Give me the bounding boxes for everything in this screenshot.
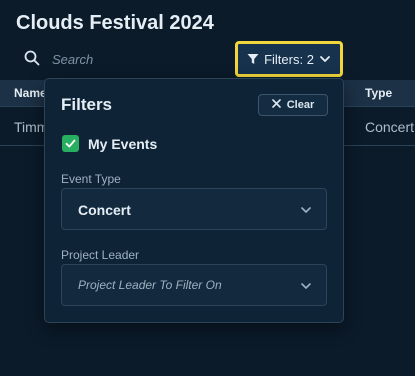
my-events-checkbox[interactable]	[62, 135, 79, 152]
filters-panel: Filters Clear My Events Event Type Conce…	[44, 78, 344, 323]
filters-button[interactable]: Filters: 2	[235, 41, 343, 77]
search-input[interactable]	[46, 48, 222, 70]
chevron-down-icon	[301, 207, 311, 213]
cell-type: Concert	[365, 119, 415, 135]
my-events-label: My Events	[88, 136, 158, 152]
filters-button-label: Filters: 2	[264, 51, 314, 67]
event-type-label: Event Type	[61, 172, 121, 186]
chevron-down-icon	[301, 283, 311, 289]
clear-button-label: Clear	[286, 99, 315, 111]
check-icon	[65, 139, 76, 148]
filter-icon	[247, 53, 259, 65]
project-leader-select[interactable]: Project Leader To Filter On	[61, 264, 327, 306]
chevron-down-icon	[319, 53, 331, 65]
search-icon	[24, 50, 40, 66]
close-icon	[271, 99, 281, 111]
clear-button[interactable]: Clear	[258, 94, 328, 116]
event-type-select[interactable]: Concert	[61, 188, 327, 230]
project-leader-label: Project Leader	[61, 248, 140, 262]
filters-panel-title: Filters	[61, 95, 113, 114]
project-leader-placeholder: Project Leader To Filter On	[78, 278, 222, 292]
column-header-type[interactable]: Type	[365, 86, 392, 100]
event-type-value: Concert	[78, 202, 131, 218]
column-header-name[interactable]: Name	[14, 86, 47, 100]
page-title: Clouds Festival 2024	[16, 12, 214, 34]
